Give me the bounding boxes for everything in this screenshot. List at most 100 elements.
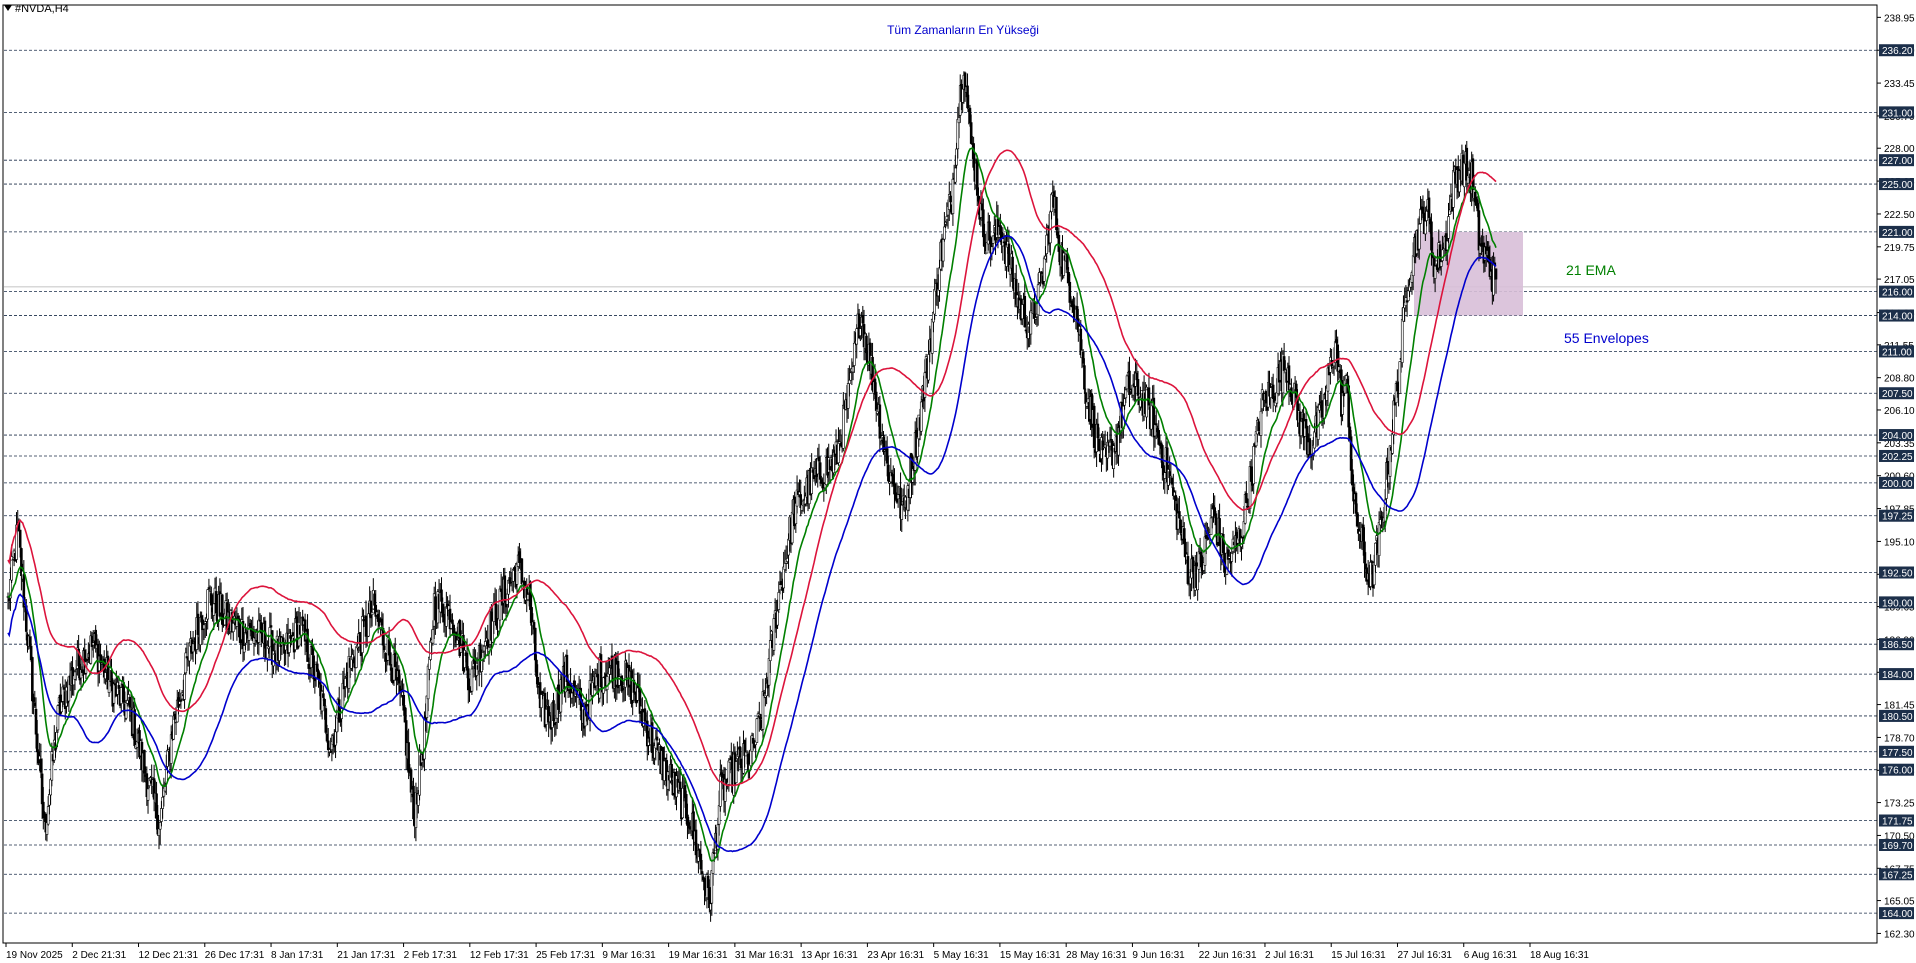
candle-body	[451, 619, 454, 624]
candle-body	[409, 769, 413, 793]
candle-body	[60, 701, 63, 713]
candle-body	[31, 657, 34, 702]
candle-body	[1230, 553, 1234, 562]
candle-body	[315, 663, 319, 672]
price-tag: 211.00	[1879, 345, 1914, 358]
price-tag: 171.75	[1879, 814, 1914, 827]
candle-body	[1369, 561, 1372, 587]
candle	[1055, 196, 1058, 236]
candle	[484, 627, 487, 659]
candle-body	[343, 678, 347, 687]
y-tick-label: 238.95	[1884, 13, 1915, 24]
candle-body	[445, 606, 448, 627]
candle-body	[1200, 551, 1203, 568]
price-tag: 207.50	[1879, 387, 1914, 400]
price-tag: 177.50	[1879, 745, 1914, 759]
candle-body	[684, 794, 688, 819]
candle	[761, 678, 765, 742]
price-tag: 204.00	[1879, 429, 1914, 442]
price-tag: 180.50	[1879, 709, 1914, 723]
candle-body	[520, 558, 524, 585]
price-tag-label: 204.00	[1882, 431, 1913, 442]
candle	[414, 782, 418, 842]
candle-body	[269, 625, 273, 628]
candle-body	[91, 642, 95, 646]
candle	[347, 647, 351, 693]
candle	[681, 775, 684, 820]
candle	[1170, 477, 1174, 489]
candle	[231, 623, 235, 641]
candle	[56, 704, 60, 733]
candle-body	[678, 781, 682, 790]
candle-body	[160, 808, 163, 822]
price-chart[interactable]: 162.30165.05167.75170.50173.25175.95178.…	[0, 0, 1916, 963]
candle-body	[1308, 438, 1311, 455]
candle-body	[778, 584, 782, 591]
candle-body	[112, 683, 116, 704]
candle-body	[703, 878, 706, 891]
candle-body	[231, 623, 235, 632]
candle-body	[599, 654, 603, 688]
candle-body	[431, 629, 435, 644]
candle-body	[982, 209, 985, 238]
candle-body	[1391, 433, 1394, 454]
x-tick-label: 15 May 16:31	[1000, 950, 1061, 961]
candle-body	[966, 85, 969, 109]
candle-body	[1057, 234, 1061, 252]
price-tag: 231.00	[1879, 106, 1914, 119]
candle-body	[1441, 249, 1444, 261]
candle-body	[166, 749, 169, 767]
candle-body	[759, 717, 762, 719]
candle-body	[969, 122, 973, 144]
candle	[119, 683, 123, 713]
candle	[810, 453, 813, 501]
candle-body	[295, 616, 298, 624]
candle-body	[1055, 196, 1058, 231]
candle	[1100, 433, 1103, 472]
candle-body	[1174, 495, 1178, 501]
candle-body	[173, 713, 177, 721]
candle	[143, 749, 146, 783]
y-tick-label: 173.25	[1884, 799, 1915, 810]
candle-body	[73, 671, 77, 680]
candle-body	[133, 709, 136, 746]
candle	[540, 690, 543, 722]
candle-body	[744, 751, 748, 757]
candle	[235, 607, 239, 641]
candle	[1005, 232, 1008, 279]
candle	[152, 764, 156, 812]
candle-body	[155, 793, 158, 819]
candle-body	[482, 645, 486, 652]
candle-body	[354, 646, 358, 668]
candle-body	[887, 464, 890, 482]
candle-body	[308, 667, 312, 670]
chart-annotations: Tüm Zamanların En Yükseği 21 EMA 55 Enve…	[887, 23, 1649, 346]
candle-body	[1210, 508, 1214, 518]
y-tick-label: 208.80	[1884, 374, 1915, 385]
candle	[900, 504, 904, 532]
candle	[1318, 394, 1321, 414]
candle-body	[933, 289, 936, 315]
candle-body	[1282, 356, 1286, 371]
candle-body	[1372, 562, 1376, 586]
candle-body	[294, 618, 297, 650]
candle-body	[1124, 389, 1128, 399]
candle-body	[1463, 162, 1466, 188]
candle-body	[1169, 475, 1173, 478]
candle-body	[33, 702, 37, 707]
candle-body	[1178, 511, 1181, 519]
candle-body	[553, 722, 557, 726]
candle-body	[329, 751, 332, 753]
candle-body	[768, 640, 772, 662]
candle-body	[944, 222, 947, 225]
candle	[15, 512, 18, 563]
candle	[951, 172, 955, 226]
candle-body	[787, 538, 790, 556]
candle-body	[738, 746, 742, 758]
price-tag-label: 214.00	[1882, 312, 1913, 323]
y-tick-label: 162.30	[1884, 929, 1915, 940]
candle-body	[786, 558, 789, 562]
candle-body	[202, 624, 206, 630]
candle-body	[1402, 307, 1405, 322]
candle	[1163, 469, 1167, 494]
